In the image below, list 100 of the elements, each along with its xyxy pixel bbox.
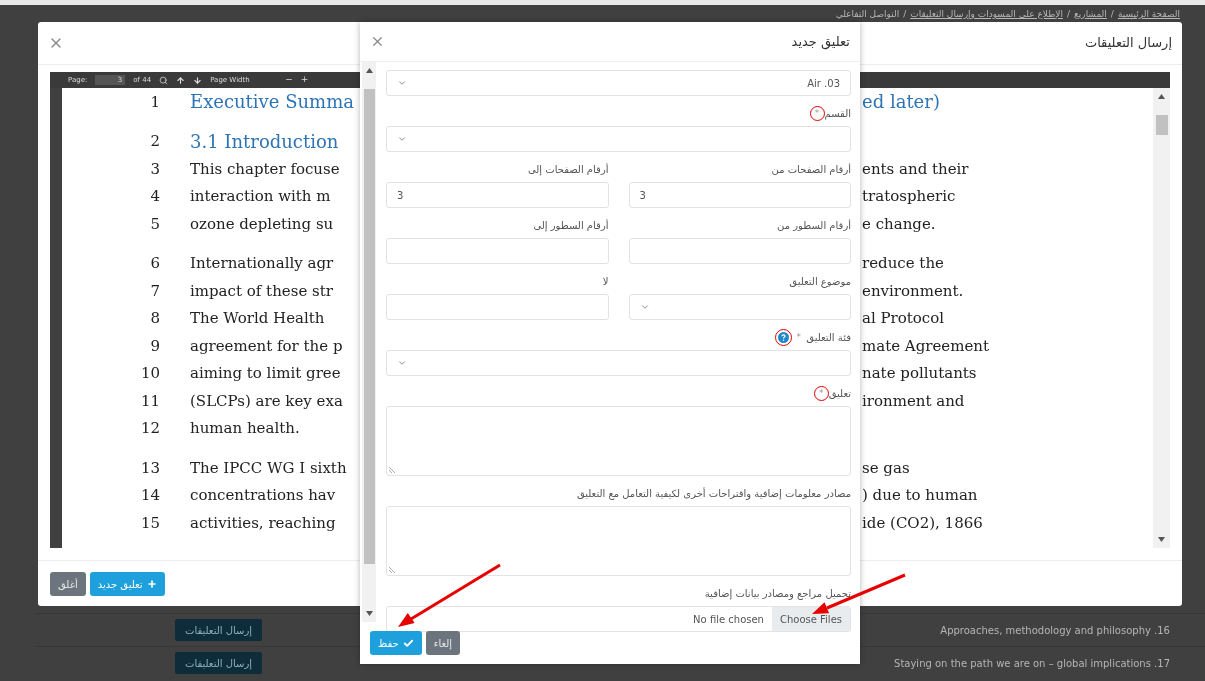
textarea-field[interactable] bbox=[386, 506, 851, 576]
body-text: The IPCC WG I sixth bbox=[190, 457, 348, 479]
line-number: 10 bbox=[139, 363, 160, 384]
scroll-down-icon[interactable] bbox=[1158, 537, 1165, 542]
scrollbar-thumb[interactable] bbox=[363, 89, 375, 564]
required-mark: * bbox=[818, 389, 824, 398]
scrollbar[interactable] bbox=[362, 62, 376, 622]
dialog-title: تعليق جديد bbox=[791, 32, 850, 52]
chapter-title: Approaches, methodology and philosophy .16 bbox=[940, 623, 1170, 638]
resize-grip-icon bbox=[389, 565, 397, 573]
field-label: تعليق bbox=[828, 387, 851, 401]
line-number: 11 bbox=[139, 390, 160, 412]
line-number: 1 bbox=[149, 91, 160, 113]
field-label: مصادر معلومات إضافية واقتراحات أخرى لكيفية التعامل مع التعليق bbox=[576, 486, 851, 501]
field-label: لا bbox=[602, 275, 609, 289]
body-text: concentrations hav bbox=[190, 485, 337, 506]
choose-files-button[interactable]: Choose Files bbox=[771, 607, 850, 631]
check-icon bbox=[402, 637, 414, 649]
breadcrumb-link[interactable]: الصفحة الرئيسية bbox=[1117, 8, 1180, 22]
input-field[interactable] bbox=[386, 294, 609, 320]
input-field[interactable]: 3 bbox=[628, 182, 851, 208]
select-field[interactable]: Air .03 bbox=[386, 70, 851, 96]
body-text: activities, reaching bbox=[190, 512, 337, 534]
body-text: ) due to human bbox=[862, 485, 979, 506]
input-field[interactable] bbox=[386, 238, 609, 264]
line-number: 6 bbox=[149, 253, 160, 274]
select-field[interactable] bbox=[386, 350, 851, 376]
body-text: impact of these str bbox=[190, 280, 334, 302]
line-number: 14 bbox=[139, 485, 160, 506]
line-number: 15 bbox=[139, 512, 160, 534]
field-label: القسم bbox=[824, 107, 851, 121]
heading-text: Executive Summa bbox=[190, 90, 355, 115]
body-text: This chapter focuse bbox=[190, 158, 341, 180]
select-field[interactable] bbox=[628, 294, 851, 320]
chevron-down-icon bbox=[397, 358, 407, 368]
body-text: ironment and bbox=[862, 390, 966, 412]
close-icon[interactable] bbox=[370, 34, 385, 49]
field-label: أرقام الصفحات من bbox=[771, 162, 851, 177]
line-number: 13 bbox=[139, 457, 160, 479]
arrow-up-icon[interactable] bbox=[176, 75, 186, 85]
field-label: موضوع التعليق bbox=[789, 275, 851, 289]
line-number: 5 bbox=[149, 213, 160, 235]
scrollbar[interactable] bbox=[1153, 88, 1170, 548]
breadcrumb-separator: / bbox=[903, 8, 907, 21]
plus-icon bbox=[146, 579, 157, 589]
body-text: ozone depleting su bbox=[190, 213, 335, 235]
scroll-down-icon[interactable] bbox=[365, 611, 373, 616]
field-label: تحميل مراجع ومصادر بيانات إضافية bbox=[704, 587, 851, 601]
arrow-down-icon[interactable] bbox=[193, 75, 203, 85]
body-text: interaction with m bbox=[190, 186, 332, 207]
body-text: reduce the bbox=[862, 253, 945, 274]
line-number: 12 bbox=[139, 418, 160, 439]
body-text: al Protocol bbox=[862, 308, 946, 329]
body-text: agreement for the p bbox=[190, 335, 344, 357]
body-text: environment. bbox=[862, 280, 965, 302]
body-text: se gas bbox=[862, 457, 911, 479]
input-field[interactable]: 3 bbox=[386, 182, 609, 208]
chevron-down-icon bbox=[639, 302, 650, 312]
line-number: 4 bbox=[149, 186, 160, 207]
secondary-button[interactable]: إلغاء bbox=[425, 631, 461, 655]
field-label: فئة التعليق bbox=[806, 331, 851, 345]
search-icon[interactable] bbox=[159, 75, 169, 85]
field-label: أرقام السطور من bbox=[777, 218, 851, 233]
zoom-in-button[interactable]: + bbox=[300, 73, 309, 87]
line-number: 8 bbox=[149, 308, 160, 329]
chapter-title: Staying on the path we are on – global implications .17 bbox=[894, 656, 1170, 671]
body-text: The World Health bbox=[190, 308, 326, 329]
body-text: human health. bbox=[190, 418, 301, 439]
textarea-field[interactable] bbox=[386, 406, 851, 476]
file-field[interactable]: No file chosen Choose Files bbox=[386, 606, 851, 632]
chevron-down-icon bbox=[397, 134, 407, 144]
body-text: e change. bbox=[862, 213, 937, 235]
input-field[interactable] bbox=[628, 238, 851, 264]
body-text: Internationally agr bbox=[190, 253, 335, 274]
chevron-down-icon bbox=[397, 78, 407, 88]
required-mark: * bbox=[814, 109, 820, 118]
breadcrumb-separator: / bbox=[1110, 8, 1114, 21]
body-text: ide (CO2), 1866 bbox=[862, 512, 984, 534]
field-label: أرقام السطور إلى bbox=[533, 218, 609, 233]
send-comments-button[interactable]: إرسال التعليقات bbox=[175, 652, 262, 674]
breadcrumb-link[interactable]: الإطلاع على المسودات وإرسال التعليقات bbox=[910, 8, 1063, 22]
secondary-button[interactable]: أغلق bbox=[50, 572, 86, 596]
breadcrumb-separator: / bbox=[1066, 8, 1070, 21]
resize-grip-icon bbox=[389, 465, 397, 473]
zoom-out-button[interactable]: − bbox=[285, 73, 293, 87]
body-text: mate Agreement bbox=[862, 335, 990, 357]
line-number: 3 bbox=[149, 158, 160, 180]
dialog-title: إرسال التعليقات bbox=[1084, 34, 1172, 53]
scrollbar-thumb[interactable] bbox=[1155, 115, 1168, 135]
body-text: tratospheric bbox=[862, 186, 957, 207]
body-text: nate pollutants bbox=[862, 363, 978, 384]
heading-text: ed later) bbox=[862, 90, 941, 115]
body-text: aiming to limit gree bbox=[190, 363, 342, 384]
breadcrumb-link[interactable]: المشاريع bbox=[1074, 8, 1107, 22]
line-number: 2 bbox=[149, 131, 160, 152]
line-number: 9 bbox=[149, 335, 160, 357]
send-comments-button[interactable]: إرسال التعليقات bbox=[175, 619, 262, 641]
scroll-up-icon[interactable] bbox=[1158, 94, 1165, 99]
body-text: (SLCPs) are key exa bbox=[190, 390, 344, 412]
select-field[interactable] bbox=[386, 126, 851, 152]
